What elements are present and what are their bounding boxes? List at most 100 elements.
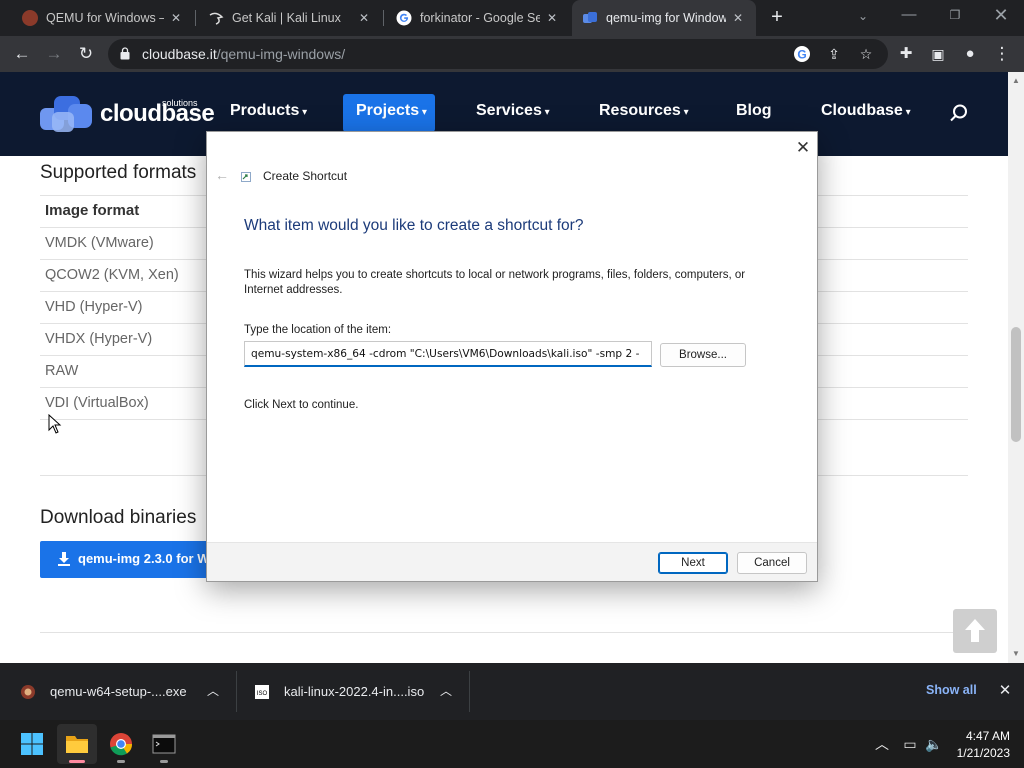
url-path: /qemu-img-windows/ [216, 46, 346, 62]
nav-blog[interactable]: Blog [736, 102, 772, 120]
side-panel-icon[interactable]: ▣ [926, 42, 950, 66]
next-button[interactable]: Next [658, 552, 728, 574]
show-all-downloads-link[interactable]: Show all [926, 683, 977, 697]
download-filename: qemu-w64-setup-....exe [50, 684, 187, 699]
chevron-up-icon[interactable]: ︿ [438, 683, 454, 699]
extensions-puzzle-icon[interactable]: ✚ [894, 42, 918, 66]
terminal-icon [152, 734, 176, 754]
nav-projects[interactable]: Projects ▾ [356, 102, 427, 120]
dialog-title: Create Shortcut [263, 169, 348, 183]
back-arrow-icon[interactable]: ← [213, 166, 231, 184]
url-text[interactable]: cloudbase.it/qemu-img-windows/ [142, 46, 345, 62]
nav-products[interactable]: Products ▾ [230, 102, 307, 120]
kali-dragon-icon [209, 12, 224, 25]
address-bar[interactable]: cloudbase.it/qemu-img-windows/ G ⇪ ☆ [108, 39, 888, 69]
cloudbase-logo-icon[interactable] [40, 94, 94, 134]
file-explorer-icon [66, 736, 88, 753]
close-icon[interactable]: ✕ [730, 11, 746, 25]
nav-label: Products [230, 102, 300, 119]
download-item-qemu[interactable]: qemu-w64-setup-....exe [20, 663, 230, 720]
dialog-heading: What item would you like to create a sho… [244, 217, 584, 234]
nav-services[interactable]: Services ▾ [476, 102, 550, 120]
lock-icon [120, 47, 130, 60]
clock-date[interactable]: 1/21/2023 [940, 746, 1010, 760]
minimize-icon[interactable]: — [886, 0, 932, 30]
menu-kebab-icon[interactable]: ⋮ [990, 42, 1014, 66]
restore-icon[interactable]: ❐ [932, 0, 978, 30]
tab-title: qemu-img for Window [606, 11, 726, 25]
start-button[interactable] [12, 724, 52, 764]
chevron-down-icon: ▾ [419, 107, 427, 118]
section-title-download-binaries: Download binaries [40, 507, 197, 528]
taskbar-chrome[interactable] [101, 724, 141, 764]
clock-time[interactable]: 4:47 AM [950, 729, 1010, 743]
browse-button[interactable]: Browse... [660, 343, 746, 367]
section-title-supported-formats: Supported formats [40, 162, 197, 183]
logo-subtitle: solutions [162, 98, 198, 108]
tab-search-chevron-icon[interactable]: ⌄ [853, 6, 873, 26]
download-qemu-img-button[interactable]: qemu-img 2.3.0 for Windows [40, 541, 220, 578]
browser-tab-strip: QEMU for Windows – I ✕ Get Kali | Kali L… [0, 0, 1024, 36]
download-item-kali[interactable]: ISO kali-linux-2022.4-in....iso [254, 663, 454, 720]
scroll-up-arrow-icon[interactable]: ▲ [1011, 76, 1021, 86]
tray-overflow-chevron-icon[interactable]: ︿ [872, 734, 892, 754]
qemu-favicon-icon [22, 10, 38, 26]
item-location-input[interactable] [244, 341, 652, 367]
dialog-footer: Next Cancel [207, 542, 817, 581]
close-icon[interactable]: ✕ [168, 11, 184, 25]
dialog-close-icon[interactable]: ✕ [793, 138, 813, 158]
nav-cloudbase[interactable]: Cloudbase ▾ [821, 102, 911, 120]
close-icon[interactable]: ✕ [356, 11, 372, 25]
chevron-down-icon: ▾ [541, 107, 550, 118]
tab-title: forkinator - Google Sea [420, 11, 540, 25]
google-lens-icon[interactable]: G [792, 44, 812, 64]
start-icon [21, 733, 43, 755]
share-icon[interactable]: ⇪ [824, 44, 844, 64]
browser-toolbar: ← → ↻ cloudbase.it/qemu-img-windows/ G ⇪… [0, 36, 1024, 72]
scrollbar-thumb[interactable] [1011, 327, 1021, 442]
tab-get-kali[interactable]: Get Kali | Kali Linux ✕ [198, 4, 382, 32]
active-indicator [69, 760, 85, 763]
svg-text:ISO: ISO [257, 691, 268, 697]
new-tab-button[interactable]: + [766, 6, 788, 28]
back-arrow-icon[interactable]: ← [10, 42, 34, 66]
taskbar-terminal[interactable] [144, 724, 184, 764]
chevron-down-icon: ▾ [680, 107, 689, 118]
tab-google-search[interactable]: forkinator - Google Sea ✕ [386, 4, 570, 32]
window-close-icon[interactable]: ✕ [978, 0, 1024, 30]
nav-label: Resources [599, 102, 681, 119]
chevron-down-icon: ▾ [902, 107, 911, 118]
shortcut-wizard-icon [241, 172, 251, 182]
table-row: VHD (Hyper-V) [45, 299, 143, 315]
table-row: QCOW2 (KVM, Xen) [45, 267, 179, 283]
nav-resources[interactable]: Resources ▾ [599, 102, 689, 120]
forward-arrow-icon[interactable]: → [42, 42, 66, 66]
bookmark-star-icon[interactable]: ☆ [856, 44, 876, 64]
scroll-down-arrow-icon[interactable]: ▼ [1011, 649, 1021, 659]
cancel-button[interactable]: Cancel [737, 552, 807, 574]
page-scrollbar[interactable]: ▲ ▼ [1008, 72, 1024, 663]
scroll-to-top-button[interactable] [953, 609, 997, 653]
network-icon[interactable]: ▭ [900, 734, 920, 754]
table-row: VMDK (VMware) [45, 235, 154, 251]
iso-file-icon: ISO [255, 684, 269, 699]
taskbar-file-explorer[interactable] [57, 724, 97, 764]
chevron-down-icon: ▾ [299, 107, 308, 118]
close-icon[interactable]: ✕ [996, 682, 1014, 700]
divider [236, 671, 237, 712]
tab-qemu-img-windows[interactable]: qemu-img for Window ✕ [572, 0, 756, 36]
tab-title: Get Kali | Kali Linux [232, 11, 341, 25]
qemu-installer-icon [21, 684, 35, 699]
close-icon[interactable]: ✕ [544, 11, 560, 25]
cloudbase-favicon-icon [583, 12, 597, 23]
tab-qemu-for-windows[interactable]: QEMU for Windows – I ✕ [12, 4, 194, 32]
nav-label: Blog [736, 102, 772, 119]
profile-avatar-icon[interactable]: ● [958, 42, 982, 66]
download-button-label: qemu-img 2.3.0 for Windows [78, 551, 220, 566]
chevron-up-icon[interactable]: ︿ [205, 683, 221, 699]
create-shortcut-dialog: ✕ ← Create Shortcut What item would you … [206, 131, 818, 582]
tab-title: QEMU for Windows – I [46, 11, 164, 25]
divider [469, 671, 470, 712]
search-icon[interactable] [950, 104, 968, 122]
reload-icon[interactable]: ↻ [74, 42, 98, 66]
